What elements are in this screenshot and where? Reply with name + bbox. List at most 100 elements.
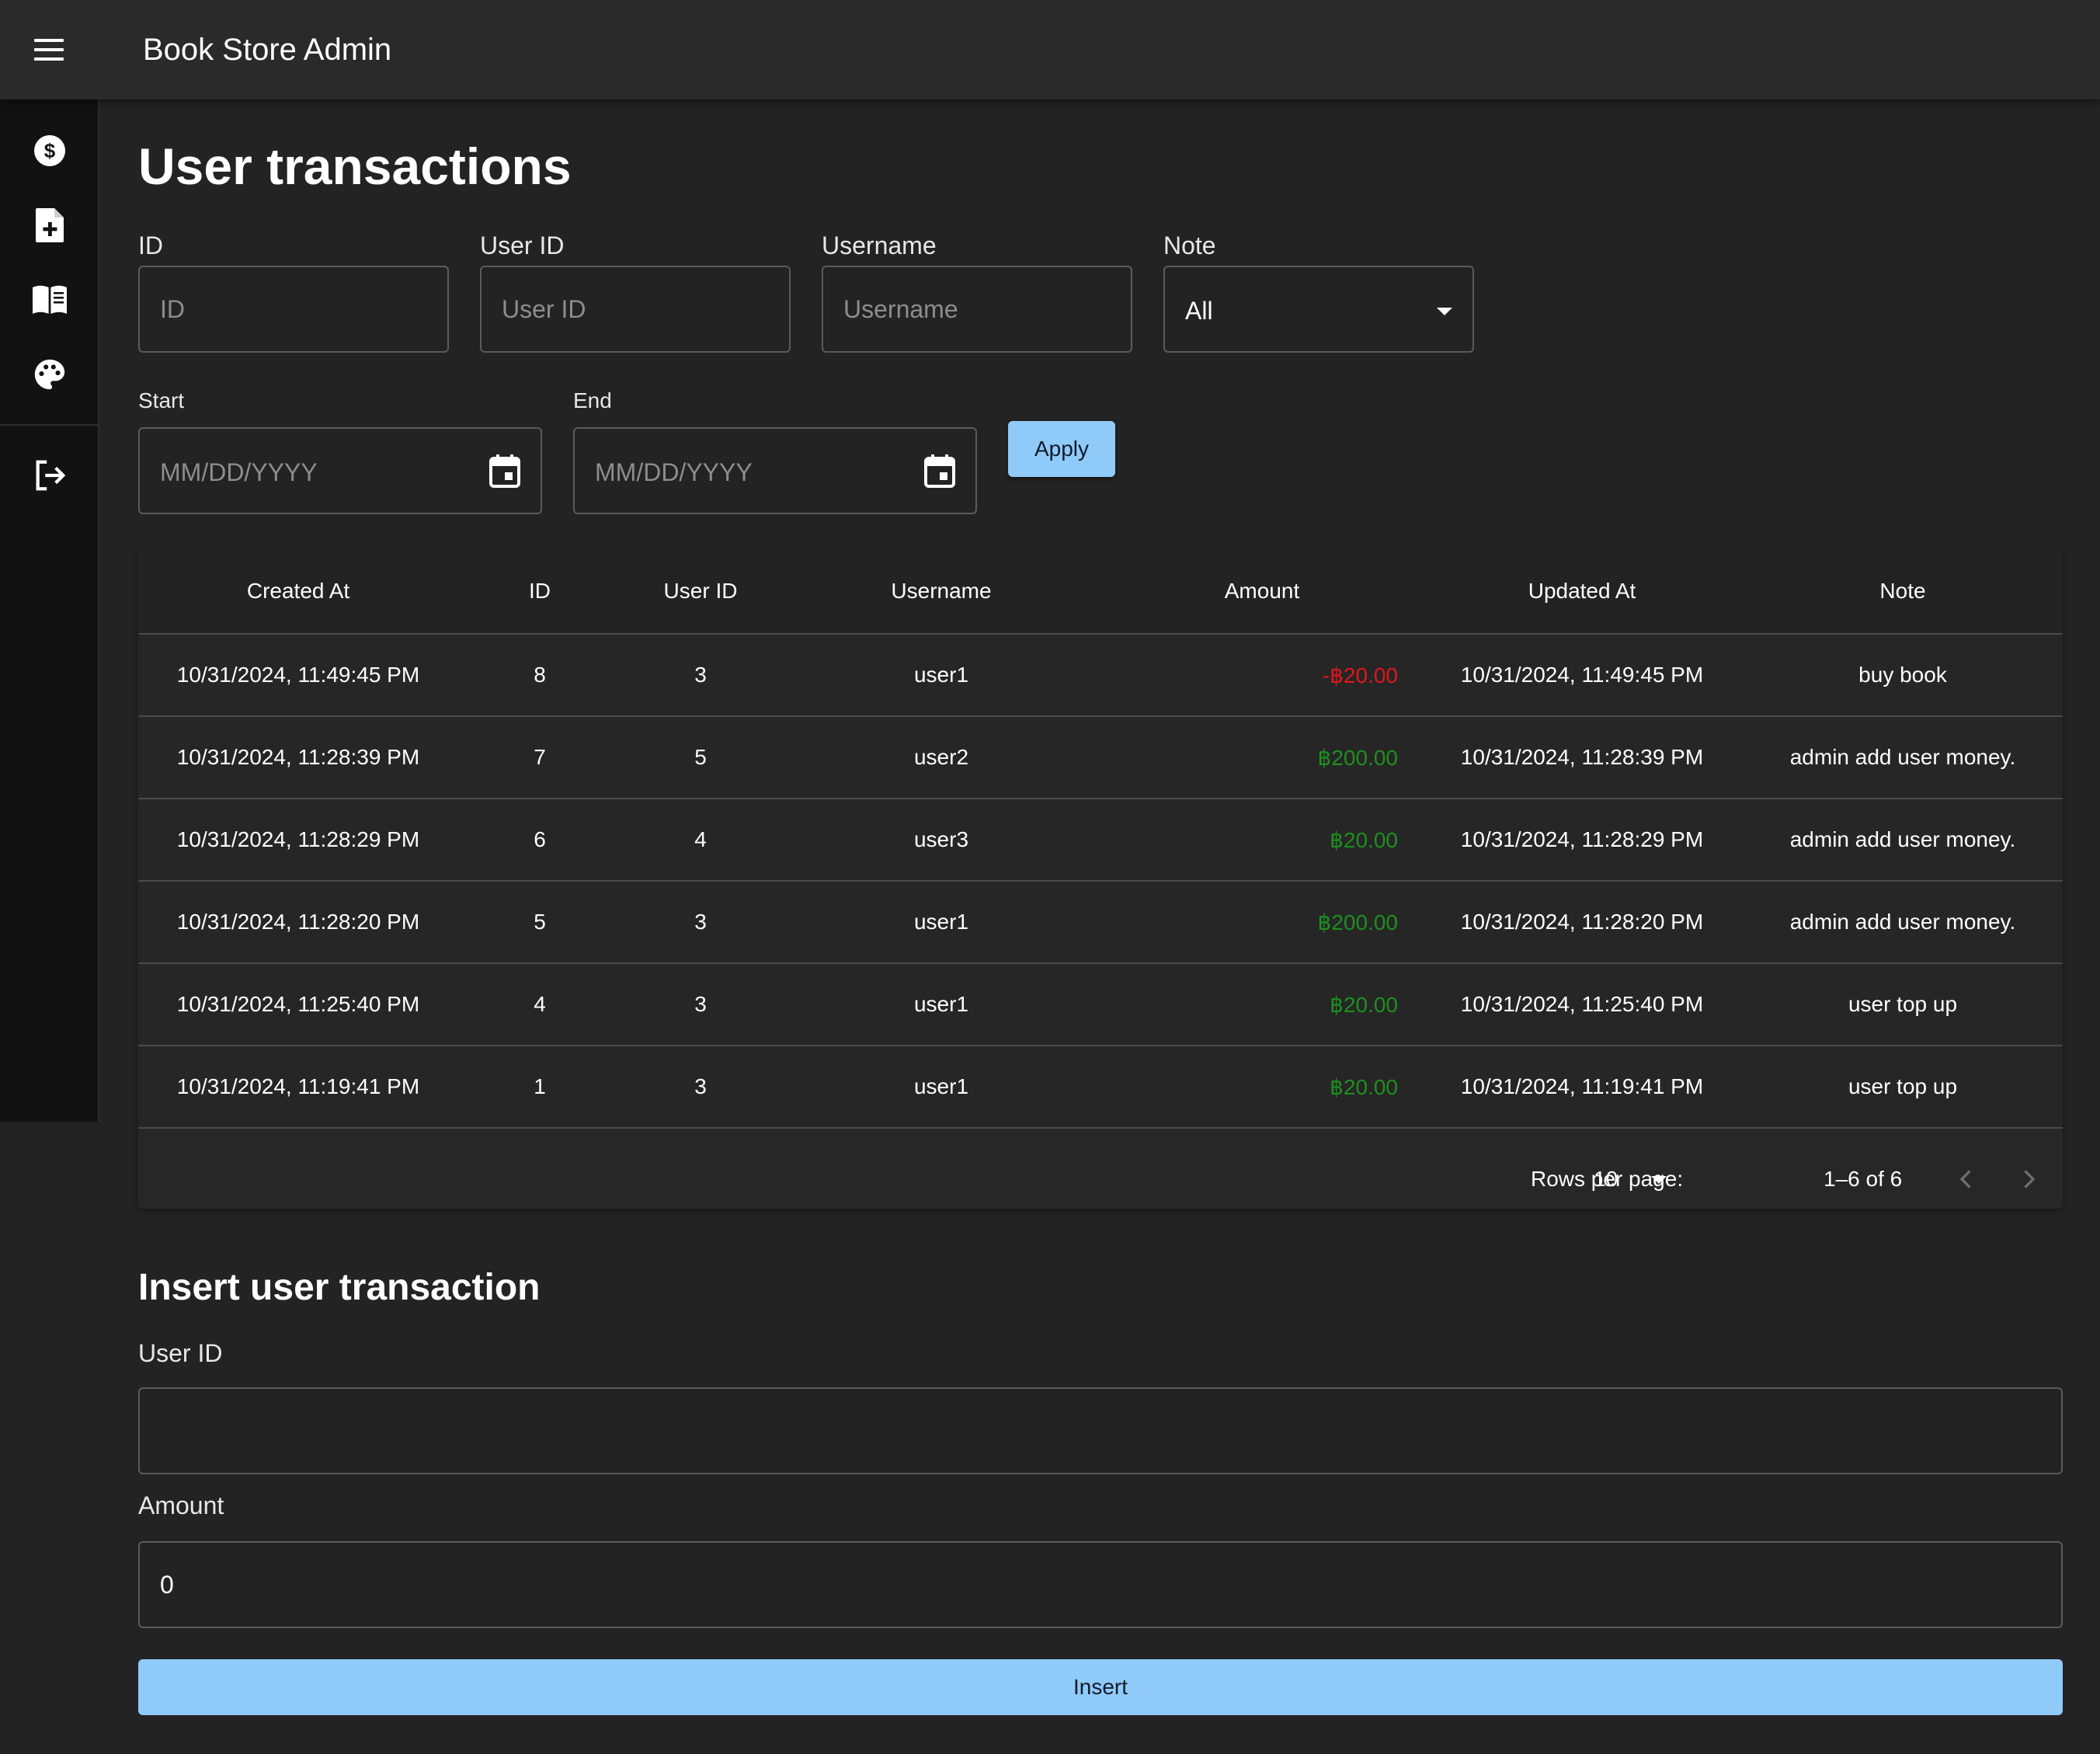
palette-icon [34,359,65,390]
sidebar-item-theme[interactable] [28,353,71,396]
cell-amount: ฿20.00 [1103,963,1421,1046]
rows-per-page-select[interactable]: 10 [1594,1165,1667,1193]
cell-note: user top up [1743,1046,2063,1129]
cell-note: buy book [1743,634,2063,717]
pagination-range: 1–6 of 6 [1824,1167,1903,1191]
cell-note: admin add user money. [1743,716,2063,799]
cell-updated-at: 10/31/2024, 11:28:20 PM [1421,881,1743,964]
table-row[interactable]: 10/31/2024, 11:28:39 PM 7 5 user2 ฿200.0… [138,716,2063,799]
insert-amount-input[interactable] [138,1541,2063,1628]
cell-username: user1 [780,634,1103,717]
cell-username: user2 [780,716,1103,799]
add-document-icon [36,208,64,242]
sidebar-item-transactions[interactable]: $ [28,129,71,172]
page-title: User transactions [138,137,572,195]
insert-button[interactable]: Insert [138,1659,2063,1715]
user-id-filter-input[interactable] [480,266,791,353]
cell-note: admin add user money. [1743,799,2063,882]
cell-id: 4 [458,963,621,1046]
table-header-row: Created At ID User ID Username Amount Up… [138,548,2063,635]
app-title: Book Store Admin [143,33,392,67]
user-id-filter-label: User ID [480,231,565,259]
insert-user-id-label: User ID [138,1339,223,1367]
column-header-username[interactable]: Username [780,548,1103,635]
book-icon [33,285,67,314]
chevron-right-icon [2024,1170,2036,1188]
table-row[interactable]: 10/31/2024, 11:25:40 PM 4 3 user1 ฿20.00… [138,963,2063,1046]
cell-user-id: 4 [621,799,780,882]
cell-id: 5 [458,881,621,964]
sidebar-item-add-book[interactable] [28,204,71,247]
start-date-input[interactable]: MM/DD/YYYY [138,427,542,514]
column-header-id[interactable]: ID [458,548,621,635]
cell-id: 8 [458,634,621,717]
insert-user-id-input[interactable] [138,1387,2063,1474]
cell-id: 6 [458,799,621,882]
transactions-table: Created At ID User ID Username Amount Up… [138,548,2063,1209]
sidebar-item-logout[interactable] [28,454,71,497]
start-date-placeholder: MM/DD/YYYY [160,458,318,486]
username-filter-input[interactable] [822,266,1132,353]
start-date-label: Start [138,388,185,412]
note-filter-value: All [1185,297,1213,325]
rows-per-page-value: 10 [1594,1167,1618,1191]
cell-created-at: 10/31/2024, 11:49:45 PM [138,634,458,717]
cell-username: user1 [780,881,1103,964]
insert-amount-label: Amount [138,1491,224,1519]
column-header-note[interactable]: Note [1743,548,2063,635]
sidebar: $ [0,99,99,1122]
cell-username: user1 [780,1046,1103,1129]
cell-updated-at: 10/31/2024, 11:49:45 PM [1421,634,1743,717]
chevron-down-icon [1651,1176,1667,1184]
cell-note: user top up [1743,963,2063,1046]
cell-user-id: 3 [621,881,780,964]
cell-user-id: 3 [621,634,780,717]
cell-created-at: 10/31/2024, 11:25:40 PM [138,963,458,1046]
cell-user-id: 5 [621,716,780,799]
apply-button[interactable]: Apply [1008,421,1115,477]
chevron-down-icon [1437,308,1452,315]
dollar-icon: $ [34,135,65,166]
insert-section-title: Insert user transaction [138,1267,541,1308]
calendar-icon[interactable] [486,452,523,489]
chevron-left-icon [1959,1170,1971,1188]
note-filter-select[interactable]: All [1163,266,1474,353]
previous-page-button[interactable] [1948,1161,1985,1198]
column-header-amount[interactable]: Amount [1103,548,1421,635]
calendar-icon[interactable] [921,452,958,489]
table-row[interactable]: 10/31/2024, 11:49:45 PM 8 3 user1 -฿20.0… [138,634,2063,717]
cell-user-id: 3 [621,1046,780,1129]
cell-created-at: 10/31/2024, 11:28:29 PM [138,799,458,882]
sidebar-item-books[interactable] [28,278,71,322]
cell-amount: -฿20.00 [1103,634,1421,717]
end-date-input[interactable]: MM/DD/YYYY [573,427,977,514]
cell-created-at: 10/31/2024, 11:28:20 PM [138,881,458,964]
table-row[interactable]: 10/31/2024, 11:19:41 PM 1 3 user1 ฿20.00… [138,1046,2063,1129]
table-row[interactable]: 10/31/2024, 11:28:20 PM 5 3 user1 ฿200.0… [138,881,2063,964]
column-header-created-at[interactable]: Created At [138,548,458,635]
cell-updated-at: 10/31/2024, 11:28:39 PM [1421,716,1743,799]
column-header-updated-at[interactable]: Updated At [1421,548,1743,635]
cell-updated-at: 10/31/2024, 11:28:29 PM [1421,799,1743,882]
cell-id: 7 [458,716,621,799]
app-bar: Book Store Admin [0,0,2100,99]
end-date-label: End [573,388,612,412]
table-row[interactable]: 10/31/2024, 11:28:29 PM 6 4 user3 ฿20.00… [138,799,2063,882]
column-header-user-id[interactable]: User ID [621,548,780,635]
cell-amount: ฿20.00 [1103,799,1421,882]
cell-created-at: 10/31/2024, 11:19:41 PM [138,1046,458,1129]
next-page-button[interactable] [2010,1161,2047,1198]
cell-amount: ฿200.00 [1103,881,1421,964]
sidebar-divider [0,424,99,426]
end-date-placeholder: MM/DD/YYYY [595,458,753,486]
note-filter-label: Note [1163,231,1216,259]
cell-amount: ฿200.00 [1103,716,1421,799]
cell-updated-at: 10/31/2024, 11:25:40 PM [1421,963,1743,1046]
cell-username: user1 [780,963,1103,1046]
cell-user-id: 3 [621,963,780,1046]
svg-text:$: $ [44,139,56,162]
cell-updated-at: 10/31/2024, 11:19:41 PM [1421,1046,1743,1129]
id-filter-input[interactable] [138,266,449,353]
menu-icon[interactable] [31,34,68,65]
cell-note: admin add user money. [1743,881,2063,964]
